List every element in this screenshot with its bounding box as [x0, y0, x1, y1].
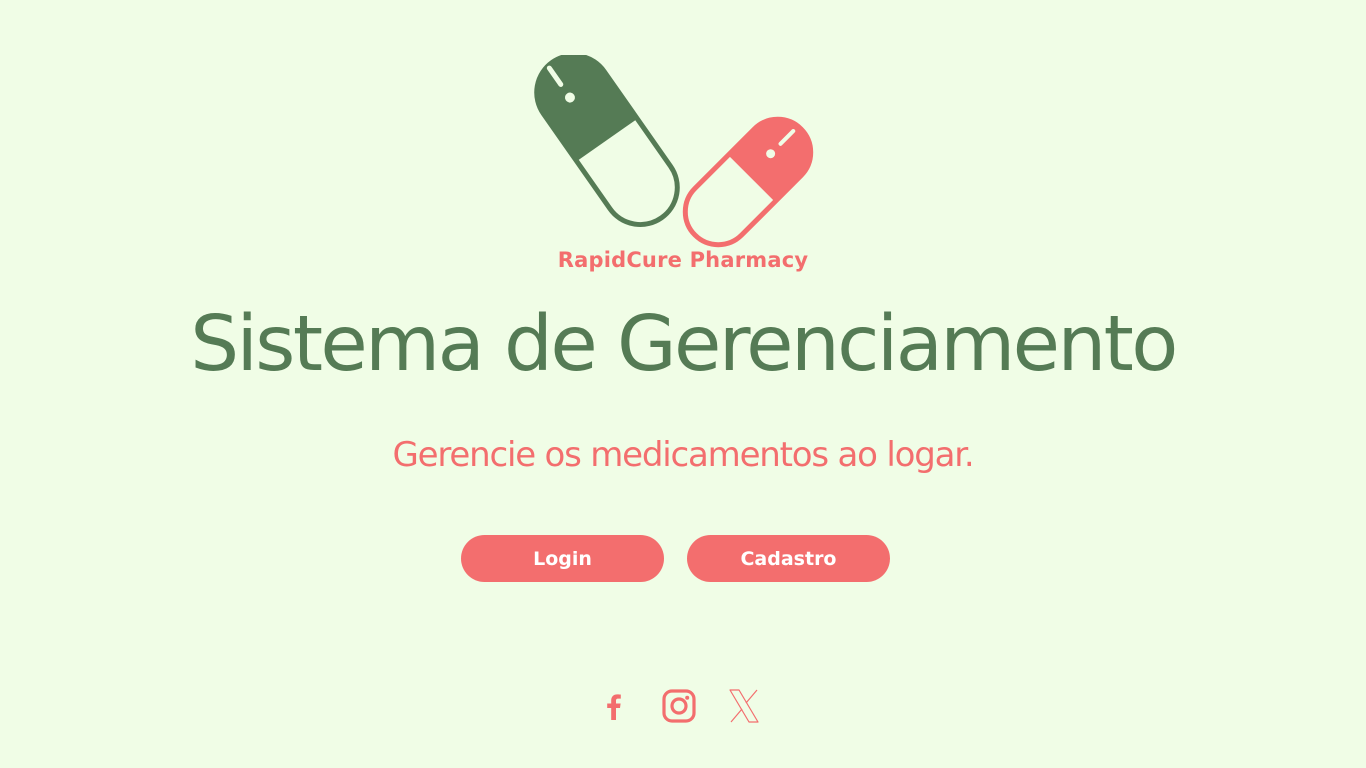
x-icon	[729, 689, 759, 723]
pharmacy-logo	[520, 52, 830, 255]
login-button[interactable]: Login	[461, 535, 664, 582]
instagram-link[interactable]	[659, 686, 699, 726]
page-subtitle: Gerencie os medicamentos ao logar.	[392, 435, 975, 475]
pills-icon	[534, 52, 814, 248]
register-button[interactable]: Cadastro	[687, 535, 890, 582]
page-title: Sistema de Gerenciamento	[190, 300, 1178, 389]
facebook-link[interactable]	[594, 686, 634, 726]
instagram-icon	[662, 689, 696, 723]
brand-name: RapidCure Pharmacy	[557, 248, 809, 272]
x-link[interactable]	[724, 686, 764, 726]
facebook-icon	[607, 694, 621, 720]
